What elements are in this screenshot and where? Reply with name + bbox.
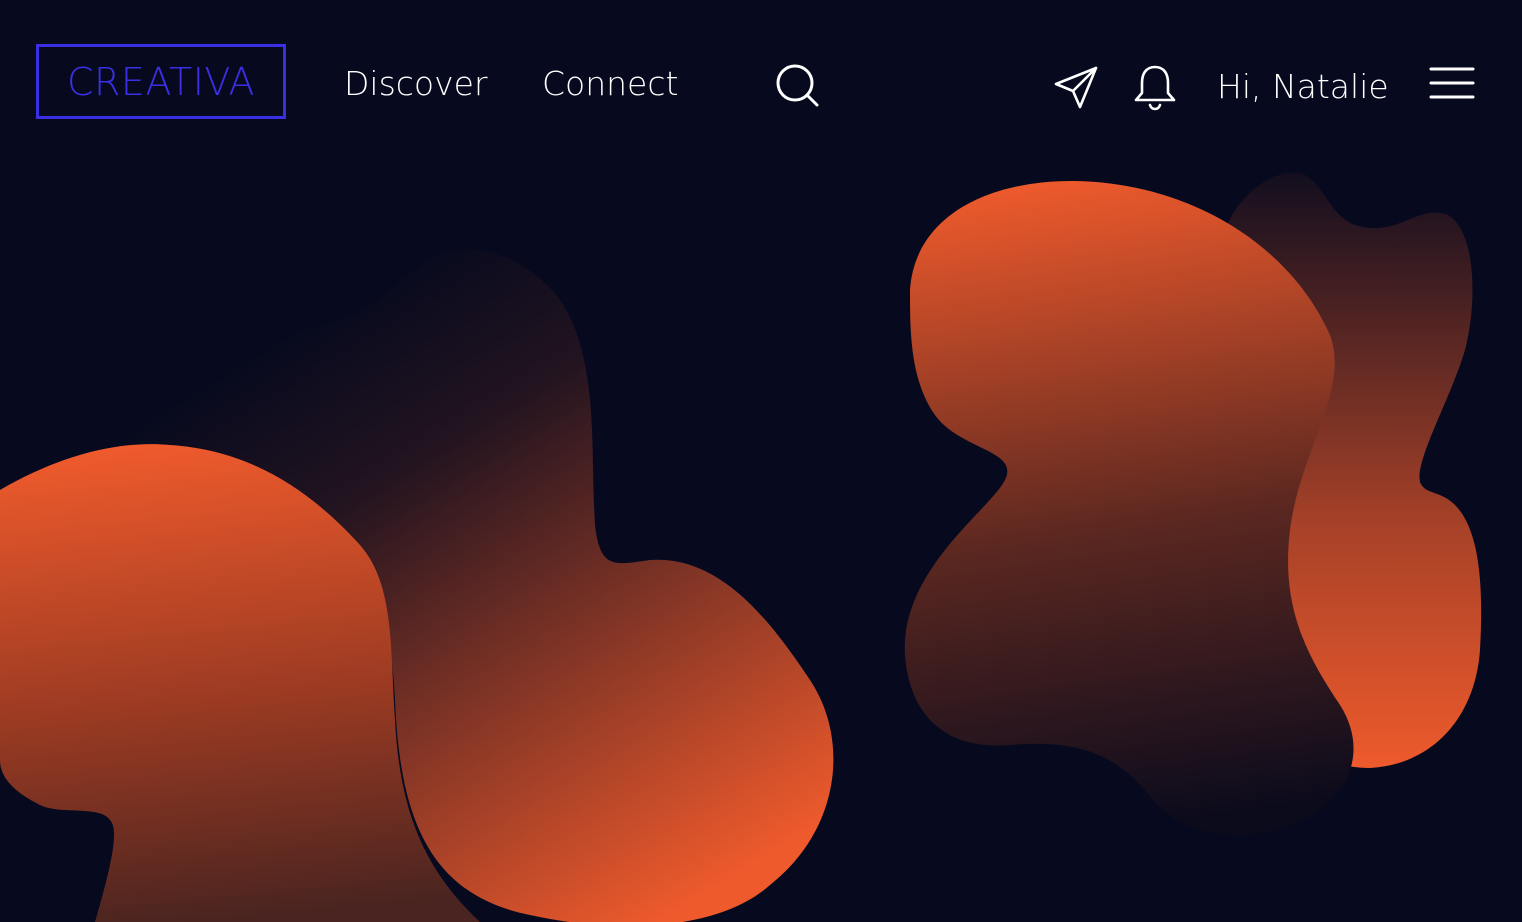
user-greeting[interactable]: Hi, Natalie	[1217, 65, 1389, 109]
notifications-button[interactable]	[1133, 63, 1177, 111]
messages-button[interactable]	[1053, 64, 1101, 112]
hamburger-menu-icon	[1429, 67, 1475, 99]
hero-background-shapes	[0, 172, 1482, 922]
nav-link-connect[interactable]: Connect	[542, 62, 678, 106]
nav-link-discover[interactable]: Discover	[344, 62, 488, 106]
send-icon	[1054, 66, 1098, 109]
search-icon	[776, 64, 819, 107]
brand-logo-text: CREATIVA	[67, 59, 255, 104]
search-button[interactable]	[774, 62, 822, 110]
page: CREATIVA Discover Connect Hi, Natalie	[0, 0, 1522, 922]
menu-button[interactable]	[1428, 66, 1476, 102]
bell-icon	[1134, 65, 1176, 111]
blob-right-front	[904, 180, 1354, 835]
brand-logo[interactable]: CREATIVA	[36, 44, 286, 119]
